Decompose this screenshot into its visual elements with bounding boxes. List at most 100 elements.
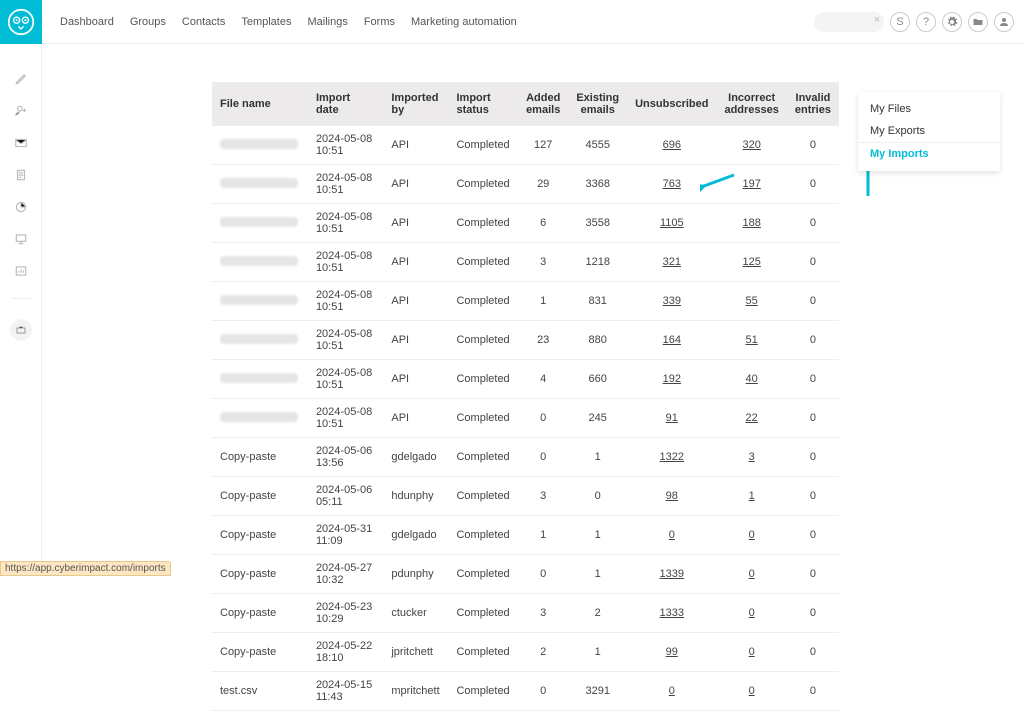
document-icon[interactable] (12, 168, 30, 182)
cell-invalid: 0 (787, 360, 839, 399)
menu-my-files[interactable]: My Files (858, 98, 1000, 120)
search-input[interactable]: × (814, 12, 884, 32)
cell-incorrect-link[interactable]: 197 (743, 178, 761, 190)
cell-incorrect-link[interactable]: 125 (743, 256, 761, 268)
cell-unsub-link[interactable]: 339 (663, 295, 681, 307)
bar-chart-icon[interactable] (12, 264, 30, 278)
blurred-filename (220, 217, 298, 227)
cell-unsub-link[interactable]: 0 (669, 685, 675, 697)
left-sidebar (0, 44, 42, 564)
help-icon[interactable]: ? (916, 12, 936, 32)
cell-date: 2024-05-31 11:09 (308, 516, 383, 555)
cell-invalid: 0 (787, 516, 839, 555)
cell-incorrect-link[interactable]: 40 (746, 373, 758, 385)
col-file-name[interactable]: File name (212, 82, 308, 126)
cell-unsub-link[interactable]: 321 (663, 256, 681, 268)
col-import-status[interactable]: Import status (448, 82, 518, 126)
cell-status: Completed (448, 321, 518, 360)
cell-existing: 1 (568, 555, 627, 594)
cell-existing: 4555 (568, 126, 627, 165)
gear-icon[interactable] (942, 12, 962, 32)
envelope-icon[interactable] (12, 136, 30, 150)
cell-unsub-link[interactable]: 1105 (660, 217, 684, 229)
cell-incorrect-link[interactable]: 0 (749, 646, 755, 658)
cell-imported-by: API (383, 204, 448, 243)
folder-icon[interactable] (968, 12, 988, 32)
menu-my-exports[interactable]: My Exports (858, 120, 1000, 143)
cell-incorrect-link[interactable]: 1 (749, 490, 755, 502)
currency-icon[interactable]: S (890, 12, 910, 32)
cell-unsub-link[interactable]: 164 (663, 334, 681, 346)
table-row: test.csv2024-05-15 11:43mpritchettComple… (212, 672, 839, 711)
cell-date: 2024-05-08 10:51 (308, 360, 383, 399)
cell-incorrect-link[interactable]: 0 (749, 568, 755, 580)
cell-invalid: 0 (787, 321, 839, 360)
cell-invalid: 0 (787, 165, 839, 204)
cell-unsub-link[interactable]: 192 (663, 373, 681, 385)
cell-incorrect-link[interactable]: 51 (746, 334, 758, 346)
cell-unsub-link[interactable]: 1322 (660, 451, 684, 463)
nav-contacts[interactable]: Contacts (182, 16, 225, 28)
cell-status: Completed (448, 204, 518, 243)
pie-chart-icon[interactable] (12, 200, 30, 214)
cell-unsub-link[interactable]: 91 (666, 412, 678, 424)
menu-my-imports[interactable]: My Imports (858, 143, 1000, 165)
cell-unsub-link[interactable]: 1333 (660, 607, 684, 619)
cell-incorrect-link[interactable]: 0 (749, 685, 755, 697)
cell-existing: 3368 (568, 165, 627, 204)
cell-incorrect-link[interactable]: 320 (743, 139, 761, 151)
blurred-filename (220, 139, 298, 149)
monitor-icon[interactable] (12, 232, 30, 246)
cell-invalid: 0 (787, 204, 839, 243)
cell-incorrect-link[interactable]: 22 (746, 412, 758, 424)
cell-status: Completed (448, 243, 518, 282)
col-invalid[interactable]: Invalid entries (787, 82, 839, 126)
nav-templates[interactable]: Templates (241, 16, 291, 28)
clear-search-icon[interactable]: × (874, 14, 880, 26)
owl-logo-icon (7, 8, 35, 36)
cell-unsub-link[interactable]: 0 (669, 529, 675, 541)
col-imported-by[interactable]: Imported by (383, 82, 448, 126)
cell-status: Completed (448, 399, 518, 438)
profile-icon[interactable] (994, 12, 1014, 32)
col-incorrect[interactable]: Incorrect addresses (716, 82, 786, 126)
nav-dashboard[interactable]: Dashboard (60, 16, 114, 28)
blurred-filename (220, 178, 298, 188)
nav-mailings[interactable]: Mailings (307, 16, 347, 28)
cell-status: Completed (448, 126, 518, 165)
cell-added: 3 (518, 243, 568, 282)
cell-imported-by: pdunphy (383, 555, 448, 594)
app-logo[interactable] (0, 0, 42, 44)
cell-added: 1 (518, 516, 568, 555)
nav-groups[interactable]: Groups (130, 16, 166, 28)
toolbox-icon[interactable] (10, 319, 32, 341)
col-unsubscribed[interactable]: Unsubscribed (627, 82, 716, 126)
nav-marketing-automation[interactable]: Marketing automation (411, 16, 517, 28)
add-contact-icon[interactable] (12, 104, 30, 118)
col-existing-emails[interactable]: Existing emails (568, 82, 627, 126)
cell-unsub-link[interactable]: 1339 (660, 568, 684, 580)
cell-imported-by: API (383, 282, 448, 321)
cell-unsub-link[interactable]: 763 (663, 178, 681, 190)
cell-incorrect-link[interactable]: 3 (749, 451, 755, 463)
col-import-date[interactable]: Import date (308, 82, 383, 126)
cell-incorrect-link[interactable]: 0 (749, 607, 755, 619)
cell-unsub-link[interactable]: 99 (666, 646, 678, 658)
cell-existing: 660 (568, 360, 627, 399)
table-row: Copy-paste2024-05-27 10:32pdunphyComplet… (212, 555, 839, 594)
cell-incorrect-link[interactable]: 55 (746, 295, 758, 307)
cell-incorrect-link[interactable]: 188 (743, 217, 761, 229)
cell-unsub-link[interactable]: 98 (666, 490, 678, 502)
col-added-emails[interactable]: Added emails (518, 82, 568, 126)
cell-unsub-link[interactable]: 696 (663, 139, 681, 151)
cell-imported-by: gdelgado (383, 516, 448, 555)
nav-forms[interactable]: Forms (364, 16, 395, 28)
table-row: 2024-05-08 10:51APICompleted293368763197… (212, 165, 839, 204)
cell-imported-by: API (383, 243, 448, 282)
pencil-icon[interactable] (12, 72, 30, 86)
cell-imported-by: API (383, 126, 448, 165)
table-row: 2024-05-08 10:51APICompleted127455569632… (212, 126, 839, 165)
cell-date: 2024-05-23 10:29 (308, 594, 383, 633)
cell-imported-by: jpritchett (383, 633, 448, 672)
cell-incorrect-link[interactable]: 0 (749, 529, 755, 541)
